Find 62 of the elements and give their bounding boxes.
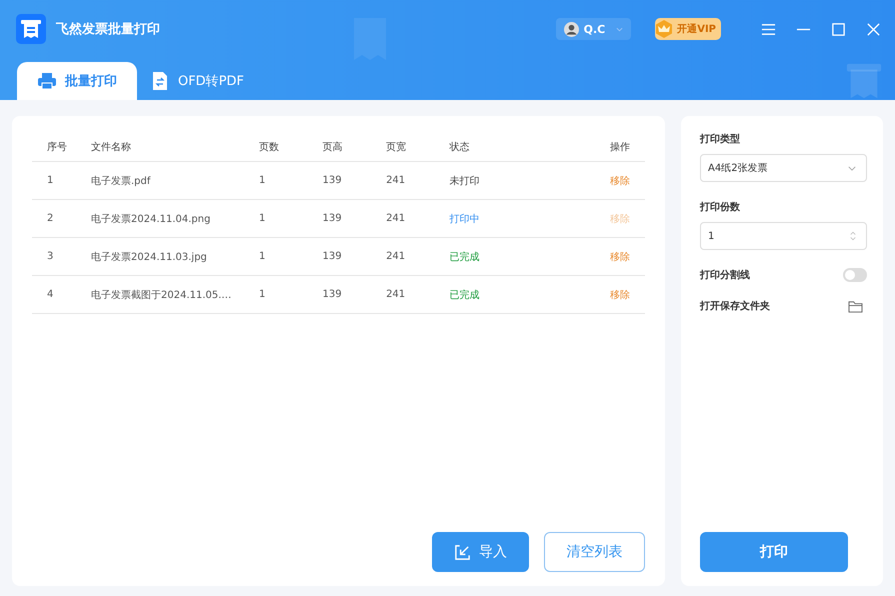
- status-text: 未打印: [450, 176, 480, 186]
- column-header: 文件名称: [91, 142, 131, 152]
- caret-icon: [616, 26, 624, 32]
- table-cell: 1: [259, 251, 266, 262]
- spinner-icon: [850, 231, 856, 241]
- table-cell: 1: [259, 175, 266, 186]
- print-type-select[interactable]: A4纸2张发票: [700, 154, 867, 182]
- menu-icon[interactable]: [761, 22, 776, 36]
- user-menu[interactable]: Q.C: [556, 18, 632, 40]
- tab[interactable]: OFD转PDF: [137, 62, 257, 100]
- column-header: 页高: [322, 142, 343, 152]
- vip-button[interactable]: 开通VIP: [655, 18, 721, 40]
- table-cell: 139: [322, 289, 342, 300]
- tab[interactable]: 批量打印: [17, 62, 137, 100]
- remove-link[interactable]: 移除: [610, 176, 630, 186]
- table-cell: 241: [386, 175, 406, 186]
- chevron-down-icon: [848, 166, 856, 170]
- table-cell: 241: [386, 289, 406, 300]
- copies-input[interactable]: 1: [700, 222, 867, 250]
- print-button[interactable]: 打印: [700, 532, 848, 572]
- close-icon[interactable]: [866, 22, 881, 36]
- status-text: 已完成: [450, 252, 480, 262]
- crown-icon: [654, 19, 674, 39]
- table-cell: 241: [386, 251, 406, 262]
- column-header: 状态: [450, 142, 470, 152]
- column-header: 页宽: [386, 142, 406, 152]
- column-header: 操作: [610, 142, 630, 152]
- printer-icon: [37, 71, 57, 91]
- divider-toggle[interactable]: [843, 268, 867, 282]
- remove-link[interactable]: 移除: [610, 252, 630, 262]
- app-logo-icon: [16, 14, 46, 44]
- column-header: 页数: [259, 142, 279, 152]
- maximize-icon[interactable]: [831, 22, 846, 36]
- field-label: 打印份数: [700, 200, 741, 214]
- status-text: 打印中: [450, 214, 480, 224]
- avatar-icon: [564, 22, 579, 36]
- setting-label: 打开保存文件夹: [700, 300, 770, 313]
- import-icon: [454, 544, 471, 560]
- table-cell: 1: [259, 289, 266, 300]
- table-cell: 1: [47, 175, 54, 186]
- import-button[interactable]: 导入: [432, 532, 529, 572]
- table-cell: 241: [386, 213, 406, 224]
- table-cell: 139: [322, 213, 342, 224]
- app-title: 飞然发票批量打印: [56, 21, 160, 38]
- remove-link[interactable]: 移除: [610, 290, 630, 300]
- table-cell: 电子发票2024.11.04.png: [91, 214, 210, 224]
- table-cell: 电子发票.pdf: [91, 176, 150, 186]
- table-cell: 4: [47, 289, 54, 300]
- clear-list-button[interactable]: 清空列表: [544, 532, 645, 572]
- status-text: 已完成: [450, 290, 480, 300]
- setting-label: 打印分割线: [700, 268, 750, 282]
- table-cell: 139: [322, 175, 342, 186]
- table-cell: 1: [259, 213, 266, 224]
- table-cell: 2: [47, 213, 54, 224]
- table-cell: 电子发票截图于2024.11.05.…: [91, 290, 232, 300]
- table-cell: 3: [47, 251, 54, 262]
- column-header: 序号: [47, 142, 67, 152]
- field-label: 打印类型: [700, 132, 741, 146]
- table-cell: 电子发票2024.11.03.jpg: [91, 252, 207, 262]
- folder-icon[interactable]: [848, 300, 863, 312]
- receipt-icon: [845, 62, 883, 100]
- table-cell: 139: [322, 251, 342, 262]
